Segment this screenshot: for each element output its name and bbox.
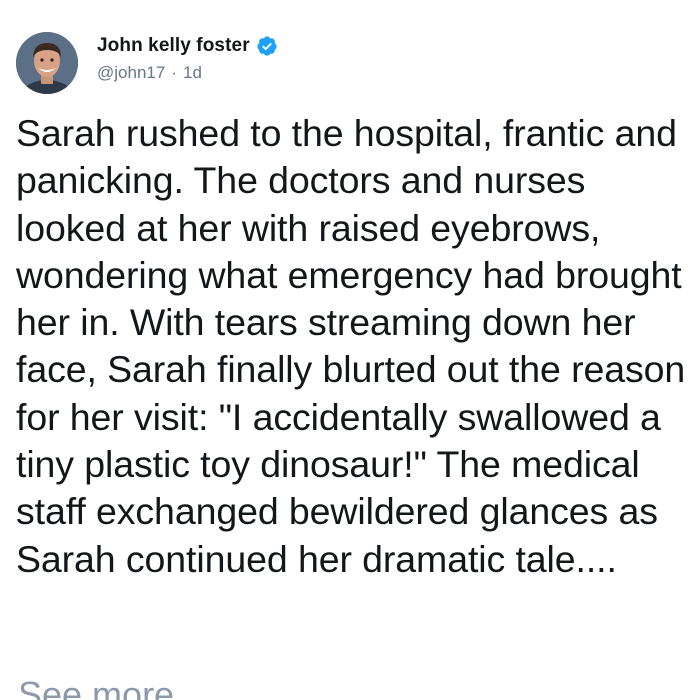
verified-badge-icon xyxy=(256,35,278,57)
author-handle[interactable]: @john17 xyxy=(97,63,165,83)
author-display-name[interactable]: John kelly foster xyxy=(97,35,250,57)
avatar-photo xyxy=(16,32,78,94)
tweet-meta: @john17 · 1d xyxy=(97,63,278,83)
see-more-link[interactable]: See more xyxy=(18,672,174,700)
tweet-header: John kelly foster @john17 · 1d xyxy=(97,33,278,83)
author-row: John kelly foster xyxy=(97,33,278,59)
meta-separator: · xyxy=(171,63,177,82)
avatar[interactable] xyxy=(16,32,78,94)
tweet-card: John kelly foster @john17 · 1d Sarah rus… xyxy=(0,0,700,700)
tweet-text: Sarah rushed to the hospital, frantic an… xyxy=(16,112,686,580)
tweet-timestamp[interactable]: 1d xyxy=(183,63,202,83)
